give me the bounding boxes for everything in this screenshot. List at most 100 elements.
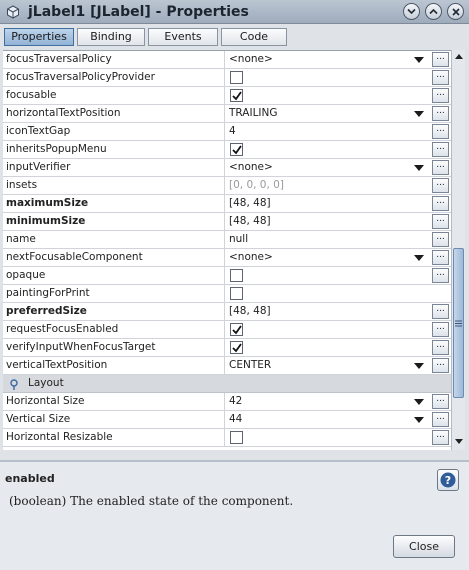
property-value[interactable]: 4 — [226, 123, 429, 140]
property-row-maximum-size[interactable]: maximumSize [48, 48]... — [3, 195, 451, 213]
property-editor-button[interactable]: ... — [432, 196, 449, 211]
property-checkbox[interactable] — [230, 269, 243, 282]
property-name: minimumSize — [3, 213, 225, 230]
property-row-opaque[interactable]: opaque... — [3, 267, 451, 285]
close-button[interactable]: Close — [393, 535, 455, 558]
property-row-vertical-size[interactable]: Vertical Size 44... — [3, 411, 451, 429]
property-row-preferred-size[interactable]: preferredSize [48, 48]... — [3, 303, 451, 321]
property-editor-button[interactable]: ... — [432, 268, 449, 283]
dropdown-arrow-icon[interactable] — [413, 397, 425, 407]
property-name: focusable — [3, 87, 225, 104]
property-editor-button[interactable]: ... — [432, 322, 449, 337]
property-editor-button[interactable]: ... — [432, 106, 449, 121]
tab-binding[interactable]: Binding — [77, 28, 145, 46]
property-editor-button[interactable]: ... — [432, 250, 449, 265]
svg-text:?: ? — [445, 474, 451, 487]
tab-events[interactable]: Events — [148, 28, 218, 46]
property-editor-button[interactable]: ... — [432, 394, 449, 409]
property-editor-button[interactable]: ... — [432, 412, 449, 427]
property-value[interactable]: <none> — [226, 249, 429, 266]
property-checkbox[interactable] — [230, 89, 243, 102]
property-checkbox[interactable] — [230, 431, 243, 444]
property-sheet-scrollbar[interactable] — [451, 50, 465, 450]
scroll-down-button[interactable] — [452, 435, 465, 448]
property-checkbox[interactable] — [230, 143, 243, 156]
property-row-verify-input-when-focus-target[interactable]: verifyInputWhenFocusTarget... — [3, 339, 451, 357]
property-row-insets[interactable]: insets [0, 0, 0, 0]... — [3, 177, 451, 195]
property-row-vertical-text-position[interactable]: verticalTextPosition CENTER... — [3, 357, 451, 375]
dropdown-arrow-icon[interactable] — [413, 253, 425, 263]
property-row-icon-text-gap[interactable]: iconTextGap 4... — [3, 123, 451, 141]
dropdown-arrow-icon[interactable] — [413, 109, 425, 119]
property-editor-button[interactable]: ... — [432, 214, 449, 229]
property-value[interactable]: CENTER — [226, 357, 429, 374]
property-name: Vertical Size — [3, 411, 225, 428]
window-titlebar[interactable]: jLabel1 [JLabel] - Properties — [0, 0, 469, 24]
property-editor-button[interactable]: ... — [432, 124, 449, 139]
property-checkbox[interactable] — [230, 71, 243, 84]
property-editor-button[interactable]: ... — [432, 430, 449, 445]
dropdown-arrow-icon[interactable] — [413, 361, 425, 371]
pin-icon — [10, 379, 18, 390]
property-editor-button[interactable]: ... — [432, 52, 449, 67]
property-row-input-verifier[interactable]: inputVerifier <none>... — [3, 159, 451, 177]
scrollbar-thumb[interactable] — [453, 248, 464, 398]
property-name: inheritsPopupMenu — [3, 141, 225, 158]
grip-icon — [455, 320, 462, 327]
property-name: maximumSize — [3, 195, 225, 212]
property-row-focus-traversal-policy[interactable]: focusTraversalPolicy <none>... — [3, 51, 451, 69]
help-button[interactable]: ? — [437, 469, 459, 491]
property-value[interactable]: <none> — [226, 51, 429, 68]
property-editor-button[interactable]: ... — [432, 88, 449, 103]
property-value[interactable]: null — [226, 231, 429, 248]
property-row-horizontal-text-position[interactable]: horizontalTextPosition TRAILING... — [3, 105, 451, 123]
tab-properties[interactable]: Properties — [4, 28, 74, 46]
property-value[interactable]: [48, 48] — [226, 195, 429, 212]
property-editor-button[interactable]: ... — [432, 178, 449, 193]
scroll-up-button[interactable] — [452, 50, 465, 63]
property-name: focusTraversalPolicyProvider — [3, 69, 225, 86]
property-row-focusable[interactable]: focusable... — [3, 87, 451, 105]
property-value[interactable]: [48, 48] — [226, 303, 429, 320]
property-row-painting-for-print[interactable]: paintingForPrint — [3, 285, 451, 303]
property-row-horizontal-size[interactable]: Horizontal Size 42... — [3, 393, 451, 411]
property-value[interactable]: 44 — [226, 411, 429, 428]
property-row-focus-traversal-policy-provider[interactable]: focusTraversalPolicyProvider... — [3, 69, 451, 87]
property-checkbox[interactable] — [230, 323, 243, 336]
property-value[interactable]: <none> — [226, 159, 429, 176]
category-row-layout[interactable]: Layout — [3, 375, 451, 393]
dropdown-arrow-icon[interactable] — [413, 55, 425, 65]
help-icon: ? — [440, 472, 456, 488]
property-row-name[interactable]: name null... — [3, 231, 451, 249]
property-value[interactable]: [48, 48] — [226, 213, 429, 230]
property-value[interactable]: 42 — [226, 393, 429, 410]
maximize-button[interactable] — [425, 3, 442, 20]
minimize-button[interactable] — [403, 3, 420, 20]
property-checkbox[interactable] — [230, 287, 243, 300]
dropdown-arrow-icon[interactable] — [413, 415, 425, 425]
property-value[interactable]: [0, 0, 0, 0] — [226, 177, 429, 194]
category-label: Layout — [28, 377, 64, 389]
property-row-next-focusable-component[interactable]: nextFocusableComponent <none>... — [3, 249, 451, 267]
property-editor-button[interactable]: ... — [432, 340, 449, 355]
property-editor-button[interactable]: ... — [432, 160, 449, 175]
property-value[interactable]: TRAILING — [226, 105, 429, 122]
property-editor-button[interactable]: ... — [432, 70, 449, 85]
close-window-button[interactable] — [447, 3, 464, 20]
property-checkbox[interactable] — [230, 341, 243, 354]
property-editor-button[interactable]: ... — [432, 232, 449, 247]
property-row-horizontal-resizable[interactable]: Horizontal Resizable... — [3, 429, 451, 447]
dropdown-arrow-icon[interactable] — [413, 163, 425, 173]
tab-code[interactable]: Code — [221, 28, 287, 46]
property-name: Horizontal Size — [3, 393, 225, 410]
property-editor-button[interactable]: ... — [432, 304, 449, 319]
property-row-minimum-size[interactable]: minimumSize [48, 48]... — [3, 213, 451, 231]
property-sheet: focusTraversalPolicy <none>... focusTraver… — [3, 50, 451, 450]
checkmark-icon — [232, 145, 242, 155]
property-editor-button[interactable]: ... — [432, 142, 449, 157]
property-name: inputVerifier — [3, 159, 225, 176]
property-name: verticalTextPosition — [3, 357, 225, 374]
property-row-inherits-popup-menu[interactable]: inheritsPopupMenu... — [3, 141, 451, 159]
property-row-request-focus-enabled[interactable]: requestFocusEnabled... — [3, 321, 451, 339]
property-editor-button[interactable]: ... — [432, 358, 449, 373]
